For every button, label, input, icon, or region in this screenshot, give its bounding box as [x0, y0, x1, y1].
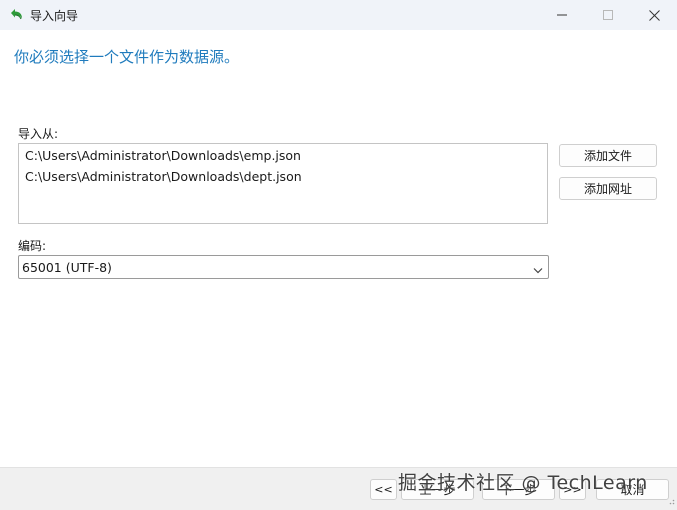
encoding-selected-value: 65001 (UTF-8) [22, 260, 112, 275]
chevron-down-icon [533, 263, 543, 277]
import-from-label: 导入从: [18, 127, 59, 141]
resize-grip-icon[interactable] [667, 494, 675, 508]
encoding-label: 编码: [18, 239, 47, 253]
minimize-button[interactable] [539, 0, 585, 30]
add-url-button[interactable]: 添加网址 [559, 177, 657, 200]
list-item[interactable]: C:\Users\Administrator\Downloads\emp.jso… [25, 148, 301, 163]
close-button[interactable] [631, 0, 677, 30]
add-file-button[interactable]: 添加文件 [559, 144, 657, 167]
minimize-icon [557, 14, 567, 16]
title-bar: 导入向导 [0, 0, 677, 30]
file-list[interactable]: C:\Users\Administrator\Downloads\emp.jso… [18, 143, 548, 224]
window-title: 导入向导 [30, 9, 79, 23]
maximize-icon [603, 10, 613, 20]
page-heading: 你必须选择一个文件作为数据源。 [14, 48, 240, 66]
close-icon [648, 9, 660, 21]
list-item[interactable]: C:\Users\Administrator\Downloads\dept.js… [25, 169, 302, 184]
maximize-button[interactable] [585, 0, 631, 30]
watermark-text: 掘金技术社区 @ TechLearn [398, 472, 648, 494]
first-page-button[interactable]: << [370, 479, 397, 500]
encoding-select[interactable]: 65001 (UTF-8) [18, 255, 549, 279]
app-icon [7, 6, 25, 24]
